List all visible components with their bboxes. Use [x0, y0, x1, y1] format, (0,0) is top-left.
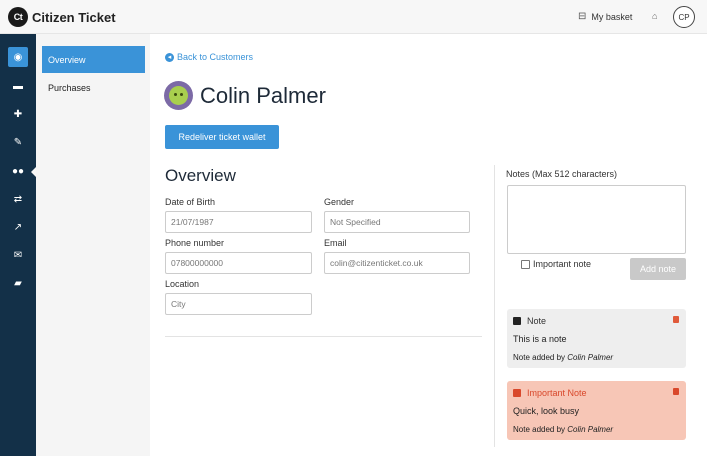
note-type: Note	[527, 316, 547, 326]
subnav-item-overview[interactable]: Overview	[42, 46, 145, 73]
notes-label: Notes (Max 512 characters)	[506, 169, 618, 179]
redeliver-ticket-wallet-button[interactable]: Redeliver ticket wallet	[165, 125, 279, 149]
avatar-face-icon	[169, 86, 188, 105]
note-author: Colin Palmer	[567, 425, 614, 434]
important-note-card: Important Note Quick, look busy Note add…	[507, 381, 686, 440]
back-to-customers-link[interactable]: ◂ Back to Customers	[165, 52, 253, 62]
magic-wand-icon[interactable]: ✎	[8, 132, 28, 152]
note-type: Important Note	[527, 388, 587, 398]
add-note-button[interactable]: Add note	[630, 258, 686, 280]
transfer-icon[interactable]: ⇄	[8, 189, 28, 209]
note-meta: Note added by Colin Palmer	[513, 353, 680, 362]
gender-label: Gender	[324, 197, 355, 207]
note-card: Note This is a note Note added by Colin …	[507, 309, 686, 368]
email-label: Email	[324, 238, 347, 248]
back-arrow-icon: ◂	[165, 52, 174, 62]
important-note-checkbox[interactable]: Important note	[521, 259, 591, 269]
checkbox-icon	[521, 259, 530, 269]
back-link-label: Back to Customers	[177, 52, 254, 62]
gender-field[interactable]: Not Specified	[324, 211, 470, 233]
logo-mark: Ct	[8, 7, 28, 27]
chart-icon[interactable]: ↗	[8, 217, 28, 237]
note-icon	[513, 317, 521, 325]
customer-subnav: Overview Purchases	[36, 34, 150, 456]
note-body: Quick, look busy	[513, 406, 580, 416]
note-meta-prefix: Note added by	[513, 425, 566, 434]
column-divider	[494, 165, 495, 447]
note-body: This is a note	[513, 334, 567, 344]
icon-rail: ◉ ▬ ✚ ✎ ●● ⇄ ↗ ✉ ▰	[0, 34, 36, 456]
gift-icon[interactable]: ⌂	[652, 11, 657, 21]
plus-icon[interactable]: ✚	[8, 104, 28, 124]
logo[interactable]: Ct Citizen Ticket	[8, 7, 116, 27]
email-field[interactable]: colin@citizenticket.co.uk	[324, 252, 470, 274]
app-name: Citizen Ticket	[32, 9, 116, 25]
note-meta-prefix: Note added by	[513, 353, 566, 362]
my-basket-link[interactable]: ⊟ My basket	[578, 11, 632, 22]
phone-label: Phone number	[165, 238, 225, 248]
ticket-icon[interactable]: ▬	[8, 76, 28, 96]
important-note-icon	[513, 389, 521, 397]
top-bar: Ct Citizen Ticket ⊟ My basket ⌂ CP	[0, 0, 707, 34]
delete-note-icon[interactable]	[673, 388, 679, 395]
dashboard-icon[interactable]: ◉	[8, 47, 28, 67]
location-field[interactable]: City	[165, 293, 312, 315]
notes-textarea[interactable]	[507, 185, 686, 254]
phone-field[interactable]: 07800000000	[165, 252, 312, 274]
important-note-label: Important note	[533, 259, 592, 269]
section-divider	[165, 336, 482, 337]
customer-avatar	[164, 81, 193, 110]
overview-title: Overview	[165, 166, 236, 185]
subnav-item-purchases[interactable]: Purchases	[42, 74, 145, 101]
mail-icon[interactable]: ✉	[8, 245, 28, 265]
basket-label: My basket	[591, 11, 633, 22]
note-author: Colin Palmer	[567, 353, 614, 362]
delete-note-icon[interactable]	[673, 316, 679, 323]
basket-icon: ⊟	[578, 11, 587, 22]
customer-name: Colin Palmer	[200, 83, 326, 108]
customers-icon[interactable]: ●●	[8, 161, 28, 181]
location-label: Location	[165, 279, 200, 289]
dob-field[interactable]: 21/07/1987	[165, 211, 312, 233]
dob-label: Date of Birth	[165, 197, 216, 207]
user-avatar[interactable]: CP	[673, 6, 695, 28]
note-meta: Note added by Colin Palmer	[513, 425, 680, 434]
truck-icon[interactable]: ▰	[8, 273, 28, 293]
